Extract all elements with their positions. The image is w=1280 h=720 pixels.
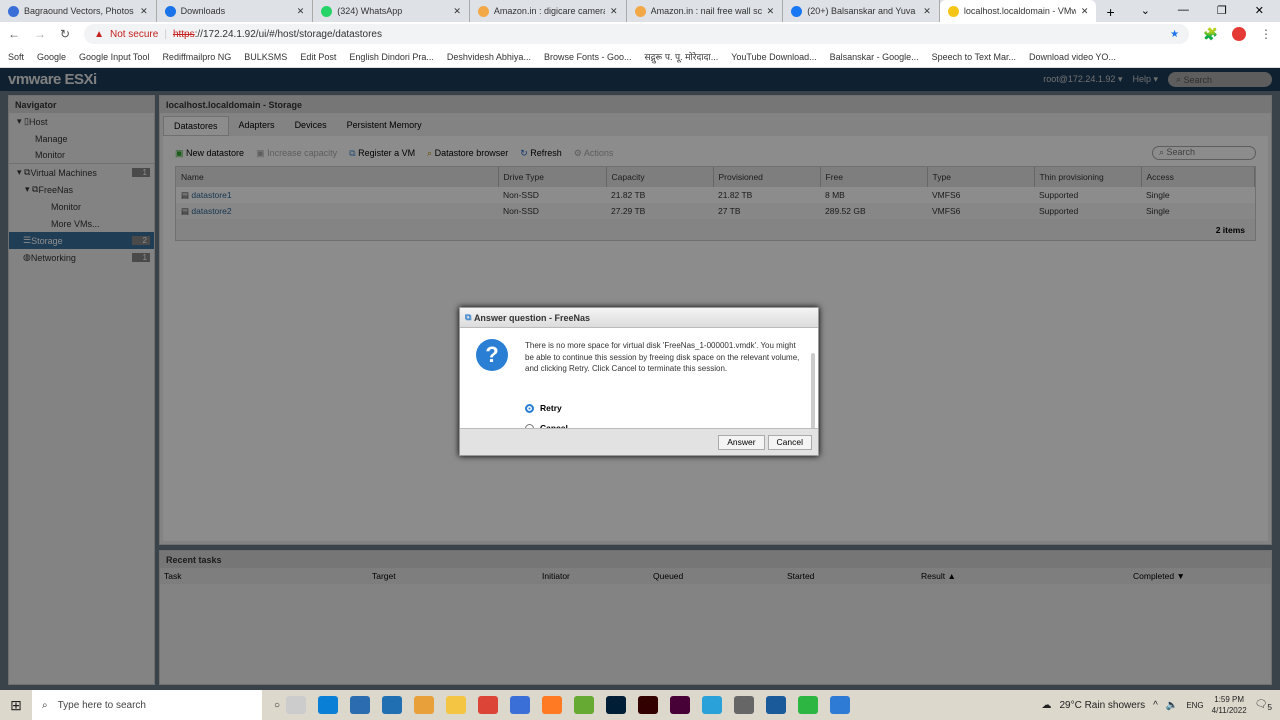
menu-icon[interactable]: ⋮ [1260, 27, 1272, 41]
cancel-button[interactable]: Cancel [767, 434, 812, 450]
whatsapp-icon [321, 5, 333, 17]
download-icon [164, 5, 176, 17]
bookmark[interactable]: Browse Fonts - Goo... [544, 52, 632, 62]
bookmark[interactable]: Speech to Text Mar... [932, 52, 1016, 62]
amazon-icon [634, 5, 646, 17]
bookmark[interactable]: Google Input Tool [79, 52, 149, 62]
tab-5[interactable]: (20+) Balsanskar and Yuva Prabo✕ [783, 0, 940, 22]
bookmark[interactable]: Balsanskar - Google... [830, 52, 919, 62]
reload-icon[interactable]: ↻ [60, 27, 70, 41]
bookmarks-bar: Soft Google Google Input Tool Rediffmailpro… [0, 46, 1280, 68]
app-icon[interactable] [798, 696, 819, 714]
illustrator-icon[interactable] [638, 696, 659, 714]
photos-icon[interactable] [830, 696, 851, 714]
bookmark[interactable]: Deshvidesh Abhiya... [447, 52, 531, 62]
bookmark[interactable]: Rediffmailpro NG [162, 52, 231, 62]
weather-icon: ☁ [1041, 699, 1052, 711]
app-icon[interactable] [766, 696, 787, 714]
close-icon[interactable]: ✕ [610, 6, 618, 17]
tray-chevron-icon[interactable]: ^ [1153, 700, 1158, 711]
app-icon[interactable] [734, 696, 755, 714]
search-icon: ⌕ [42, 699, 48, 711]
taskbar-search-input[interactable]: ⌕ Type here to search [32, 690, 262, 720]
tab-2[interactable]: (324) WhatsApp ✕ [313, 0, 470, 22]
cortana-icon[interactable]: ○ [274, 700, 280, 711]
vm-icon: ⧉ [465, 312, 474, 322]
telegram-icon[interactable] [702, 696, 723, 714]
browser-tabs: Bagraound Vectors, Photos an ✕ Downloads ✕… [0, 0, 1280, 22]
forward-icon[interactable]: → [34, 27, 46, 41]
new-tab-button[interactable]: + [1096, 0, 1124, 22]
app-icon[interactable] [574, 696, 595, 714]
bookmark[interactable]: BULKSMS [244, 52, 287, 62]
tab-favicon [8, 5, 19, 17]
tab-3[interactable]: Amazon.in : digicare camera sho✕ [470, 0, 627, 22]
close-icon[interactable]: ✕ [1081, 6, 1089, 17]
windows-start-icon[interactable]: ⊞ [0, 697, 32, 714]
answer-question-dialog: ⧉ Answer question - FreeNas ? There is n… [459, 307, 819, 456]
dialog-title: Answer question - FreeNas [473, 312, 590, 323]
chrome-icon[interactable] [478, 696, 499, 714]
xd-icon[interactable] [670, 696, 691, 714]
bookmark[interactable]: Soft [8, 52, 24, 62]
app-icon[interactable] [510, 696, 531, 714]
retry-radio[interactable]: Retry [525, 403, 562, 413]
not-secure-label[interactable]: Not secure [110, 29, 158, 40]
bookmark[interactable]: YouTube Download... [731, 52, 816, 62]
photoshop-icon[interactable] [606, 696, 627, 714]
answer-button[interactable]: Answer [718, 434, 765, 450]
close-icon[interactable]: ✕ [767, 6, 775, 17]
amazon-icon [477, 5, 489, 17]
tab-1[interactable]: Downloads ✕ [157, 0, 314, 22]
task-view-icon[interactable] [286, 696, 307, 714]
tab-6[interactable]: localhost.localdomain - VMware✕ [939, 0, 1097, 22]
windows-taskbar: ⊞ ⌕ Type here to search ○ ☁ 29°C Rain show… [0, 690, 1280, 720]
edge-icon[interactable] [318, 696, 339, 714]
close-icon[interactable]: ✕ [923, 6, 931, 17]
tab-search-icon[interactable]: ⌄ [1141, 4, 1150, 18]
dialog-message: There is no more space for virtual disk … [525, 341, 800, 373]
vmware-icon [947, 5, 959, 17]
bookmark[interactable]: Download video YO... [1029, 52, 1116, 62]
bookmark-star-icon[interactable]: ★ [1170, 29, 1179, 40]
close-icon[interactable]: ✕ [453, 6, 461, 17]
question-icon: ? [476, 339, 508, 371]
tab-4[interactable]: Amazon.in : nail free wall screw✕ [627, 0, 784, 22]
bookmark[interactable]: English Dindori Pra... [349, 52, 434, 62]
speaker-icon[interactable]: 🔈 [1166, 700, 1178, 711]
restore-button[interactable]: ❐ [1217, 4, 1227, 18]
url-input[interactable]: ▲ Not secure | https://172.24.1.92/ui/#/h… [84, 24, 1190, 44]
warning-icon: ▲ [94, 28, 104, 40]
firefox-icon[interactable] [542, 696, 563, 714]
profile-avatar[interactable] [1232, 27, 1246, 41]
close-icon[interactable]: ✕ [297, 6, 305, 17]
notifications-icon[interactable]: 🗨5 [1255, 699, 1272, 712]
address-bar-row: ← → ↻ ▲ Not secure | https://172.24.1.92/ui… [0, 22, 1280, 46]
bookmark[interactable]: Edit Post [300, 52, 336, 62]
bookmark[interactable]: सद्गुरू प. पू. मोरेदादा... [644, 50, 718, 63]
minimize-button[interactable]: — [1178, 4, 1189, 18]
tab-0[interactable]: Bagraound Vectors, Photos an ✕ [0, 0, 157, 22]
radio-checked[interactable] [525, 403, 534, 413]
file-explorer-icon[interactable] [446, 696, 467, 714]
close-window-button[interactable]: ✕ [1255, 4, 1264, 18]
store-icon[interactable] [350, 696, 371, 714]
extensions-icon[interactable]: 🧩 [1203, 27, 1218, 41]
mail-icon[interactable] [382, 696, 403, 714]
bookmark[interactable]: Google [37, 52, 66, 62]
back-icon[interactable]: ← [8, 27, 20, 41]
weather-text[interactable]: 29°C Rain showers [1059, 700, 1145, 711]
language-indicator[interactable]: ENG [1186, 701, 1203, 710]
clock[interactable]: 1:59 PM 4/11/2022 [1212, 694, 1247, 716]
app-icon[interactable] [414, 696, 435, 714]
facebook-icon [791, 5, 803, 17]
close-icon[interactable]: ✕ [140, 6, 148, 17]
